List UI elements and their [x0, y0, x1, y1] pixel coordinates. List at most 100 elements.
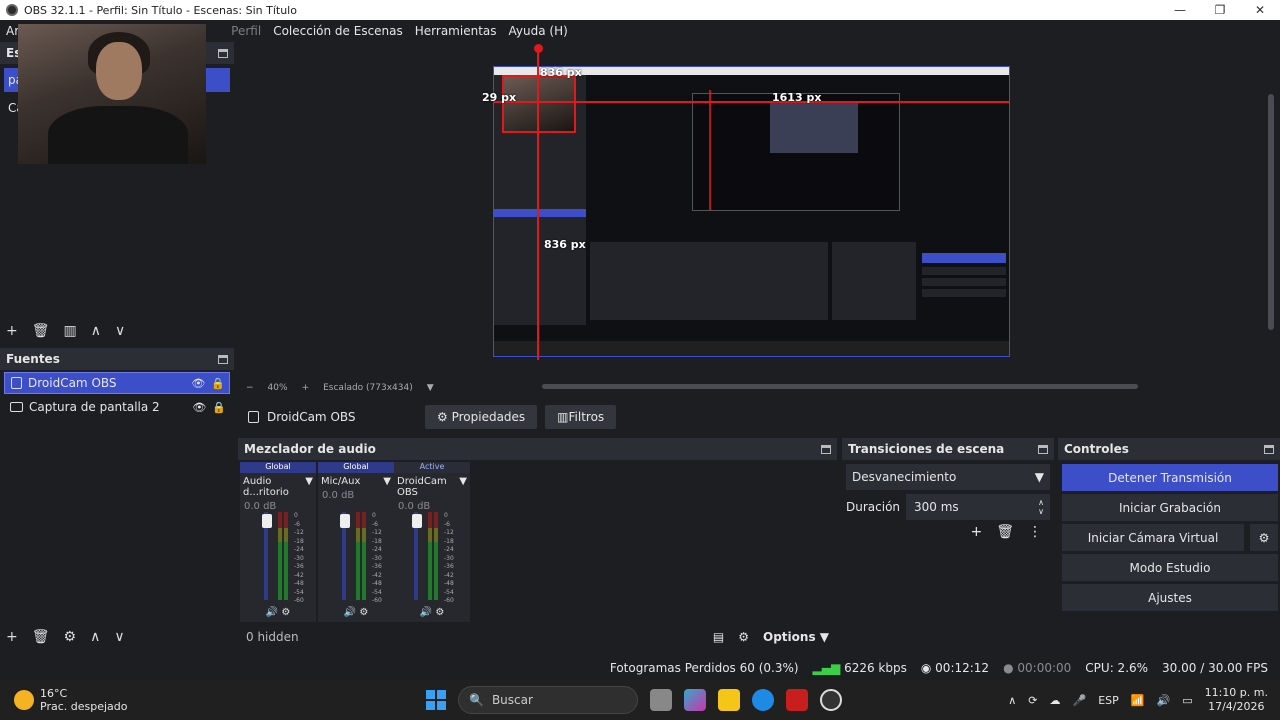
lock-icon[interactable]: 🔒	[211, 377, 225, 390]
channel-name[interactable]: Mic/Aux ▼	[318, 473, 394, 490]
menu-ayuda[interactable]: Ayuda (H)	[503, 24, 574, 38]
add-scene-icon[interactable]: +	[6, 323, 18, 339]
gear-icon[interactable]: ⚙	[435, 607, 444, 618]
guide-handle[interactable]	[534, 44, 543, 53]
filters-button[interactable]: ▥Filtros	[545, 405, 617, 429]
speaker-icon[interactable]: 🔊	[344, 607, 356, 618]
scale-label[interactable]: Escalado (773x434)	[323, 383, 413, 393]
virtualcam-row: Iniciar Cámara Virtual ⚙	[1058, 521, 1280, 551]
move-down-icon[interactable]: ∨	[114, 629, 124, 645]
meter-scale: 0 -6 -12 -18 -24 -30 -36 -42 -48 -54 -60	[294, 512, 304, 604]
file-explorer-icon[interactable]	[718, 689, 740, 711]
speaker-icon[interactable]: 🔊	[266, 607, 278, 618]
copilot-icon[interactable]	[684, 689, 706, 711]
language-indicator[interactable]: ESP	[1098, 694, 1119, 707]
remove-transition-icon[interactable]: 🗑	[996, 524, 1014, 540]
cloud-icon[interactable]: ☁	[1050, 694, 1061, 707]
add-source-icon[interactable]: +	[6, 629, 18, 645]
guide-label-left: 29 px	[482, 91, 517, 104]
settings-button[interactable]: Ajustes	[1062, 584, 1278, 611]
undock-icon[interactable]	[821, 444, 831, 454]
volume-meter: 0 -6 -12 -18 -24 -30 -36 -42 -48 -54 -60	[262, 512, 304, 604]
studio-mode-button[interactable]: Modo Estudio	[1062, 554, 1278, 581]
start-virtualcam-button[interactable]: Iniciar Cámara Virtual	[1062, 524, 1244, 551]
menu-coleccion-escenas[interactable]: Colección de Escenas	[267, 24, 409, 38]
clock[interactable]: 11:10 p. m. 17/4/2026	[1205, 686, 1268, 714]
chevron-down-icon[interactable]: ▼	[383, 476, 391, 487]
menu-herramientas[interactable]: Herramientas	[409, 24, 503, 38]
obs-taskbar-icon[interactable]	[820, 689, 842, 711]
wifi-icon[interactable]: 📶	[1131, 694, 1145, 707]
source-item-captura[interactable]: Captura de pantalla 2 👁 🔒	[4, 396, 230, 418]
sync-icon[interactable]: ⟳	[1028, 694, 1037, 707]
properties-button[interactable]: ⚙ Propiedades	[425, 405, 538, 429]
chevron-down-icon[interactable]: ▼	[305, 476, 313, 498]
add-transition-icon[interactable]: +	[970, 524, 982, 540]
gear-icon[interactable]: ⚙	[1250, 524, 1278, 551]
zoom-in-icon[interactable]: +	[302, 383, 310, 393]
chevron-down-icon[interactable]: ▼	[427, 383, 434, 393]
task-view-icon[interactable]	[650, 689, 672, 711]
volume-knob[interactable]	[262, 514, 272, 528]
menu-perfil[interactable]: Perfil	[225, 24, 267, 38]
remove-source-icon[interactable]: 🗑	[32, 629, 50, 645]
preview-canvas[interactable]	[493, 66, 1010, 357]
options-button[interactable]: Options ▼	[763, 630, 829, 644]
channel-tag: Active	[394, 462, 470, 473]
undock-icon[interactable]	[1264, 444, 1274, 454]
volume-knob[interactable]	[412, 514, 422, 528]
gear-icon[interactable]: ⚙	[64, 629, 77, 645]
level-bar	[356, 512, 360, 600]
stepper-icon[interactable]: ∧ ∨	[1038, 498, 1044, 516]
move-down-icon[interactable]: ∨	[115, 323, 125, 339]
undock-icon[interactable]	[218, 354, 228, 364]
eye-icon[interactable]: 👁	[192, 401, 206, 414]
speaker-icon[interactable]: 🔊	[420, 607, 432, 618]
source-item-droidcam[interactable]: DroidCam OBS 👁 🔒	[4, 372, 230, 394]
gear-icon[interactable]: ⚙	[359, 607, 368, 618]
more-icon[interactable]: ⋮	[1028, 524, 1042, 540]
gear-icon[interactable]: ⚙	[738, 630, 749, 644]
minimize-icon[interactable]: —	[1160, 3, 1200, 17]
mcafee-icon[interactable]	[786, 689, 808, 711]
volume-slider[interactable]	[340, 512, 350, 600]
undock-icon[interactable]	[1038, 444, 1048, 454]
mixer-title: Mezclador de audio	[244, 442, 376, 456]
preview-scrollbar-vertical[interactable]	[1268, 94, 1274, 330]
lock-icon[interactable]: 🔒	[212, 401, 226, 414]
title-bar: OBS 32.1.1 - Perfil: Sin Título - Escena…	[0, 0, 1280, 20]
volume-slider[interactable]	[262, 512, 272, 600]
channel-name[interactable]: Audio d...ritorio ▼	[240, 473, 316, 501]
volume-icon[interactable]: 🔊	[1157, 694, 1171, 707]
volume-slider[interactable]	[412, 512, 422, 600]
move-up-icon[interactable]: ∧	[90, 629, 100, 645]
zoom-out-icon[interactable]: −	[246, 383, 254, 393]
preview-scrollbar[interactable]	[542, 384, 1138, 389]
eye-icon[interactable]: 👁	[191, 377, 205, 390]
windows-start-icon[interactable]	[426, 690, 446, 710]
weather-widget[interactable]: 16°C Prac. despejado	[0, 687, 220, 713]
remove-scene-icon[interactable]: 🗑	[32, 323, 50, 339]
microphone-icon[interactable]: 🎤	[1073, 694, 1087, 707]
channel-name[interactable]: DroidCam OBS ▼	[394, 473, 470, 501]
duration-input[interactable]: 300 ms ∧ ∨	[906, 494, 1050, 520]
battery-icon[interactable]: ▭	[1182, 694, 1192, 707]
taskbar-search[interactable]: 🔍 Buscar	[458, 686, 638, 714]
gear-icon[interactable]: ⚙	[281, 607, 290, 618]
properties-label: Propiedades	[451, 410, 526, 424]
edge-icon[interactable]	[752, 689, 774, 711]
chevron-up-icon[interactable]: ∧	[1008, 694, 1016, 707]
move-up-icon[interactable]: ∧	[91, 323, 101, 339]
options-label: Options	[763, 630, 816, 644]
preview-area[interactable]: 836 px 29 px 1613 px 836 px	[240, 42, 1280, 380]
start-recording-button[interactable]: Iniciar Grabación	[1062, 494, 1278, 521]
maximize-icon[interactable]: ❐	[1200, 3, 1240, 17]
undock-icon[interactable]	[218, 48, 228, 58]
layout-icon[interactable]: ▤	[713, 630, 724, 644]
volume-knob[interactable]	[340, 514, 350, 528]
chevron-down-icon[interactable]: ▼	[459, 476, 467, 498]
close-icon[interactable]: ✕	[1240, 3, 1280, 17]
transition-select[interactable]: Desvanecimiento ▼	[846, 464, 1050, 490]
filters-icon[interactable]: ▥	[64, 323, 77, 339]
stop-stream-button[interactable]: Detener Transmisión	[1062, 464, 1278, 491]
